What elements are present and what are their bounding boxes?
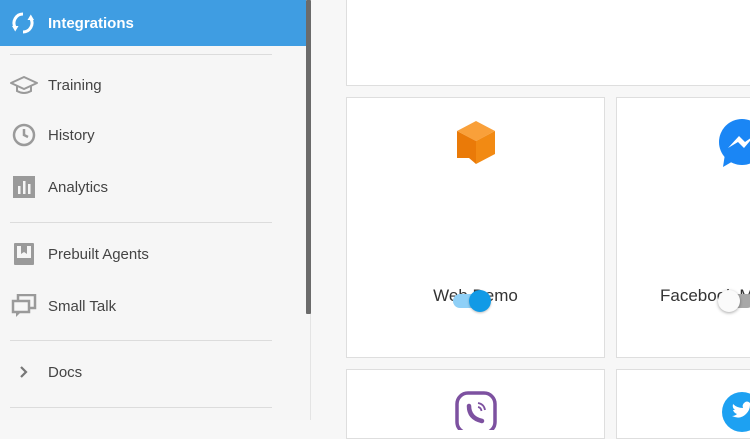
integration-card-viber[interactable] <box>346 369 605 439</box>
divider <box>10 222 272 223</box>
chevron-right-icon <box>0 364 48 380</box>
sidebar-scrollbar[interactable] <box>306 0 311 314</box>
sidebar-item-label: Analytics <box>48 178 109 196</box>
divider <box>10 407 272 408</box>
sidebar-item-label: Prebuilt Agents <box>48 245 149 263</box>
sidebar: Integrations Training History Analytics … <box>0 0 311 420</box>
sidebar-item-label: Small Talk <box>48 297 117 315</box>
integrations-grid: Web Demo Facebook M <box>312 0 750 439</box>
sidebar-item-training[interactable]: Training <box>0 63 306 107</box>
sidebar-item-integrations[interactable]: Integrations <box>0 0 306 46</box>
refresh-icon <box>10 10 36 36</box>
web-demo-toggle[interactable] <box>451 290 491 312</box>
sidebar-item-analytics[interactable]: Analytics <box>0 165 306 209</box>
cube-chat-icon <box>455 120 497 173</box>
sidebar-item-label: Integrations <box>48 14 134 32</box>
bar-chart-icon <box>0 175 48 199</box>
sidebar-item-history[interactable]: History <box>0 113 306 157</box>
sidebar-item-label: History <box>48 126 95 144</box>
divider <box>10 340 272 341</box>
viber-icon <box>454 390 500 435</box>
toggle-knob <box>469 290 491 312</box>
sidebar-item-small-talk[interactable]: Small Talk <box>0 284 306 328</box>
toggle-knob <box>718 290 740 312</box>
sidebar-item-docs[interactable]: Docs <box>0 350 306 394</box>
graduation-cap-icon <box>0 74 48 96</box>
clock-icon <box>0 122 48 148</box>
chat-bubbles-icon <box>0 294 48 318</box>
sidebar-item-label: Docs <box>48 363 83 381</box>
messenger-icon <box>717 118 750 173</box>
divider <box>10 54 272 55</box>
integration-card-twitter[interactable] <box>616 369 750 439</box>
facebook-messenger-toggle[interactable] <box>718 290 750 312</box>
sidebar-item-label: Training <box>48 76 102 94</box>
bookmark-book-icon <box>0 242 48 266</box>
integration-card-web-demo[interactable]: Web Demo <box>346 97 605 358</box>
sidebar-item-prebuilt-agents[interactable]: Prebuilt Agents <box>0 232 306 276</box>
integration-card-facebook-messenger[interactable]: Facebook M <box>616 97 750 358</box>
integration-card <box>346 0 750 86</box>
twitter-icon <box>722 392 750 437</box>
